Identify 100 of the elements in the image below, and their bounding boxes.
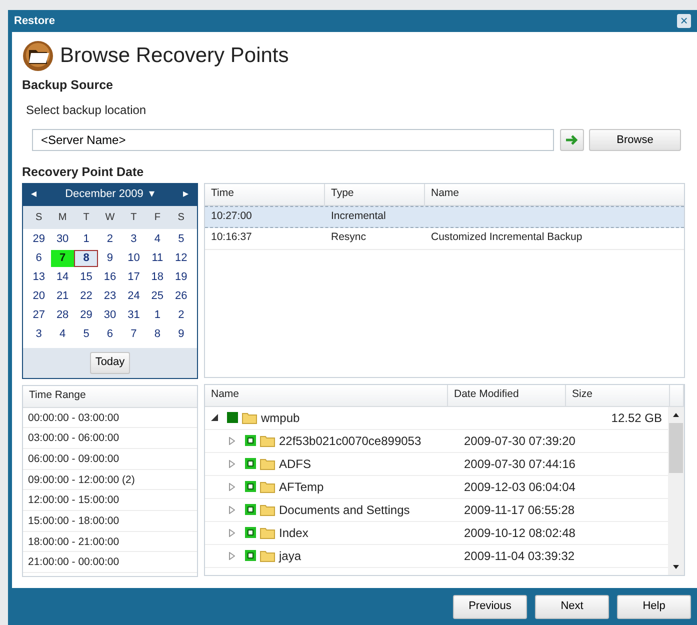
calendar-day[interactable]: 6	[98, 326, 122, 342]
folder-name[interactable]: jaya	[279, 546, 302, 564]
time-range-item[interactable]: 15:00:00 - 18:00:00	[23, 510, 197, 532]
collapsed-icon[interactable]	[229, 528, 235, 536]
calendar-day[interactable]: 8	[146, 326, 170, 342]
date-cell-text: 2009-07-30 07:44:16	[463, 456, 576, 472]
calendar-day[interactable]: 29	[74, 306, 98, 324]
table-cell-text: 10:16:37	[210, 230, 253, 246]
tri-state-checkbox[interactable]	[245, 504, 256, 515]
time-range-item[interactable]: 21:00:00 - 00:00:00	[23, 552, 197, 573]
calendar-day[interactable]: 29	[27, 230, 51, 248]
calendar-day[interactable]: 7	[50, 250, 74, 266]
folder-icon	[242, 412, 257, 424]
today-button[interactable]: Today	[90, 352, 130, 374]
collapsed-icon[interactable]	[229, 482, 235, 490]
tri-state-checkbox[interactable]	[245, 458, 256, 469]
tri-state-checkbox[interactable]	[245, 435, 256, 446]
calendar-day[interactable]: 17	[122, 268, 146, 286]
time-range-item[interactable]: 00:00:00 - 03:00:00	[23, 408, 197, 428]
column-header: Type	[325, 184, 425, 204]
close-button[interactable]: ×	[677, 14, 691, 28]
date-cell-text: 2009-11-04 03:39:32	[463, 548, 576, 564]
tri-state-checkbox[interactable]	[245, 550, 256, 561]
weekday-label: T	[130, 210, 138, 224]
calendar-day[interactable]: 8	[74, 250, 98, 266]
calendar-day[interactable]: 3	[122, 230, 146, 248]
column-header: Name	[205, 384, 448, 406]
calendar-day[interactable]: 5	[74, 326, 98, 342]
time-range-item[interactable]: 06:00:00 - 09:00:00	[23, 448, 197, 470]
calendar-day[interactable]: 13	[27, 268, 51, 286]
browse-button[interactable]: Browse	[589, 128, 681, 151]
time-range-item[interactable]: 12:00:00 - 15:00:00	[23, 490, 197, 511]
go-button[interactable]	[560, 128, 584, 151]
calendar-day[interactable]: 21	[50, 288, 74, 304]
collapsed-icon[interactable]	[229, 436, 235, 444]
calendar-day[interactable]: 2	[98, 230, 122, 248]
calendar-day[interactable]: 7	[122, 326, 146, 342]
folder-name[interactable]: Index	[279, 524, 308, 542]
calendar-day[interactable]: 23	[98, 288, 122, 304]
calendar-day[interactable]: 22	[74, 288, 98, 304]
calendar-day[interactable]: 4	[50, 326, 74, 342]
calendar-day[interactable]: 30	[50, 230, 74, 248]
page-heading: Browse Recovery Points	[60, 43, 289, 70]
month-title[interactable]: December 2009	[65, 186, 144, 203]
expanded-icon[interactable]	[211, 414, 218, 421]
calendar-day[interactable]: 19	[169, 268, 193, 286]
calendar-day[interactable]: 28	[50, 306, 74, 324]
calendar-day[interactable]: 20	[27, 288, 51, 304]
column-header: Size	[566, 384, 670, 406]
calendar-day[interactable]: 4	[146, 230, 170, 248]
calendar-day[interactable]: 24	[122, 288, 146, 304]
footer-button[interactable]: Previous	[453, 594, 527, 618]
collapsed-icon[interactable]	[229, 506, 235, 514]
calendar-day[interactable]: 15	[74, 268, 98, 286]
calendar-day[interactable]: 1	[74, 230, 98, 248]
table-row[interactable]: 10:27:00 Incremental	[205, 206, 684, 228]
calendar-day[interactable]: 9	[169, 326, 193, 342]
calendar-day[interactable]: 2	[169, 306, 193, 324]
tri-state-checkbox[interactable]	[245, 481, 256, 492]
next-month-button[interactable]: ▸	[183, 186, 189, 203]
calendar-day[interactable]: 16	[98, 268, 122, 286]
weekday-label: S	[176, 210, 186, 224]
calendar-day[interactable]: 30	[98, 306, 122, 324]
column-header: Name	[430, 186, 460, 202]
folder-name[interactable]: 22f53b021c0070ce899053	[279, 432, 422, 450]
calendar-day[interactable]: 18	[146, 268, 170, 286]
calendar-day[interactable]: 6	[27, 250, 51, 266]
time-range-item[interactable]: 18:00:00 - 21:00:00	[23, 532, 197, 552]
dropdown-icon[interactable]: ▾	[148, 186, 155, 203]
table-row[interactable]: 10:16:37 Resync Customized Incremental Backup	[205, 228, 684, 250]
footer-button[interactable]: Next	[535, 594, 609, 618]
collapsed-icon[interactable]	[229, 552, 235, 560]
calendar-day[interactable]: 14	[50, 268, 74, 286]
table-cell-text: Resync	[330, 230, 368, 246]
folder-icon	[260, 504, 275, 516]
calendar-day[interactable]: 25	[146, 288, 170, 304]
folder-name[interactable]: Documents and Settings	[279, 500, 410, 518]
calendar-day[interactable]: 9	[98, 250, 122, 266]
footer-button[interactable]: Help	[617, 594, 691, 618]
calendar-day[interactable]: 31	[122, 306, 146, 324]
calendar-day[interactable]: 27	[27, 306, 51, 324]
calendar-day[interactable]: 26	[169, 288, 193, 304]
calendar-day[interactable]: 12	[169, 250, 193, 266]
previous-month-button[interactable]: ◂	[31, 186, 37, 203]
time-range-item[interactable]: 03:00:00 - 06:00:00	[23, 428, 197, 449]
calendar-day[interactable]: 1	[146, 306, 170, 324]
time-range-item[interactable]: 09:00:00 - 12:00:00 (2)	[23, 470, 197, 490]
tri-state-checkbox[interactable]	[245, 527, 256, 538]
calendar-day[interactable]: 10	[122, 250, 146, 266]
folder-name[interactable]: AFTemp	[279, 478, 324, 496]
tri-state-checkbox[interactable]	[227, 412, 238, 423]
calendar-day[interactable]: 11	[146, 250, 170, 266]
calendar-day[interactable]: 3	[27, 326, 51, 342]
folder-name[interactable]: ADFS	[279, 454, 312, 472]
calendar-day[interactable]: 5	[169, 230, 193, 248]
collapsed-icon[interactable]	[229, 460, 235, 468]
folder-name[interactable]: wmpub	[261, 408, 300, 426]
server-name-field[interactable]: <Server Name>	[32, 128, 554, 151]
size-cell-text: 12.52 GB	[610, 410, 663, 426]
window-title: Restore	[14, 14, 55, 29]
